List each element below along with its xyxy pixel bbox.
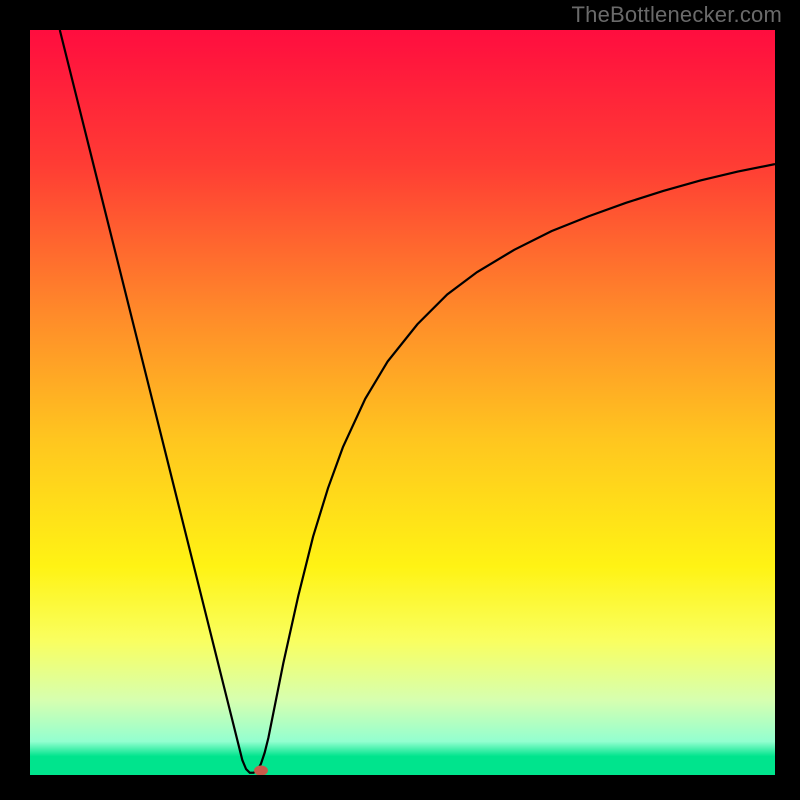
plot-background: [30, 30, 775, 775]
chart-frame: TheBottlenecker.com: [0, 0, 800, 800]
optimal-point-marker: [254, 766, 268, 776]
bottleneck-chart: [0, 0, 800, 800]
watermark-label: TheBottlenecker.com: [572, 2, 782, 28]
